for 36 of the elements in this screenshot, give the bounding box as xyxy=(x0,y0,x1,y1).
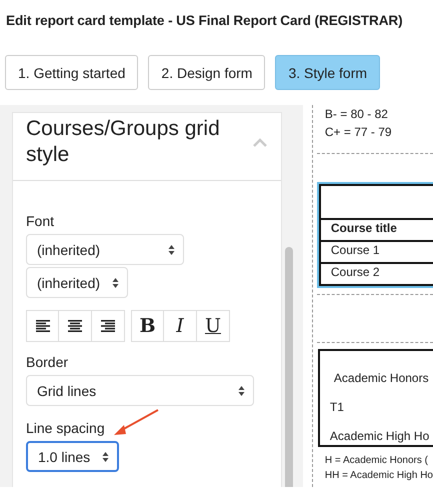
step-tab[interactable]: 1. Getting started xyxy=(5,55,138,90)
font-label: Font xyxy=(26,213,54,229)
footnote: HH = Academic High Ho xyxy=(324,469,433,483)
align-left-icon xyxy=(36,320,50,332)
line-spacing-select[interactable]: 1.0 lines xyxy=(26,441,120,472)
border-label: Border xyxy=(26,354,68,370)
italic-button[interactable]: I xyxy=(164,310,197,342)
panel-heading: Courses/Groups grid style xyxy=(26,116,221,168)
step-tab[interactable]: 2. Design form xyxy=(148,55,266,90)
border-select[interactable]: Grid lines xyxy=(26,375,254,406)
align-right-button[interactable] xyxy=(92,310,125,342)
courses-grid[interactable]: Course title Course 1 Course 2 xyxy=(316,182,433,288)
updown-arrows-icon xyxy=(102,450,110,462)
scrollbar-thumb[interactable] xyxy=(285,247,293,487)
underline-button[interactable]: U xyxy=(197,310,230,342)
line-spacing-label: Line spacing xyxy=(26,420,105,436)
table-cell: Course 2 xyxy=(318,262,433,286)
step-tab[interactable]: 3. Style form xyxy=(275,55,380,90)
grade-scale-line: B- = 80 - 82 xyxy=(324,106,389,123)
updown-arrows-icon xyxy=(112,276,120,288)
page-title: Edit report card template - US Final Report Card (REGISTRAR) xyxy=(5,12,404,30)
align-center-icon xyxy=(68,320,82,332)
font-size-select[interactable]: (inherited) xyxy=(26,267,128,298)
bold-button[interactable]: B xyxy=(131,310,164,342)
honors-text: Academic Honors xyxy=(332,371,430,385)
honors-text: T1 xyxy=(330,400,345,414)
align-right-icon xyxy=(101,320,115,332)
footnote: H = Academic Honors ( xyxy=(324,454,429,468)
updown-arrows-icon xyxy=(168,244,175,256)
updown-arrows-icon xyxy=(238,384,245,396)
honors-text: Academic High Ho xyxy=(330,429,430,443)
arrow-icon xyxy=(112,408,160,438)
align-center-button[interactable] xyxy=(59,310,92,342)
grade-scale-line: C+ = 77 - 79 xyxy=(324,124,393,141)
align-left-button[interactable] xyxy=(26,310,59,342)
font-family-select[interactable]: (inherited) xyxy=(26,234,184,265)
